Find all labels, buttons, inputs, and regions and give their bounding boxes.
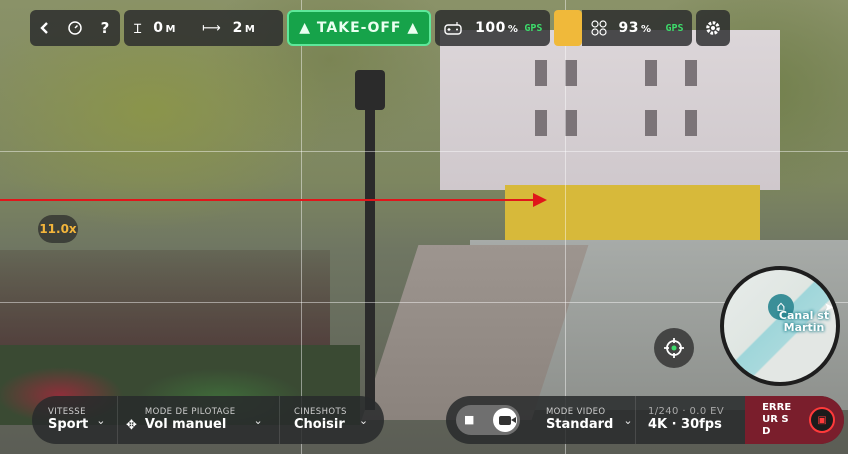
video-mode-label: MODE VIDEO — [545, 407, 606, 417]
chevron-down-icon: ⌄ — [253, 413, 263, 427]
cineshots-label: CINESHOTS — [294, 407, 347, 417]
timer-button[interactable] — [60, 20, 90, 36]
distance-icon: ⟼ — [201, 20, 221, 36]
speed-label: VITESSE — [48, 407, 86, 417]
video-mode-selector[interactable]: MODE VIDEO Standard ⌄ — [520, 396, 636, 444]
move-icon: ✥ — [126, 417, 137, 433]
drone-battery-value: 93 — [618, 20, 639, 36]
grid-line-horizontal — [0, 151, 848, 152]
clock-icon — [68, 21, 82, 35]
help-button[interactable]: ? — [90, 19, 120, 37]
grid-line-vertical — [301, 0, 302, 454]
flight-settings-bar: VITESSE Sport ⌄ ✥ MODE DE PILOTAGE Vol m… — [32, 396, 384, 444]
chevron-down-icon: ⌄ — [358, 413, 369, 427]
chevron-down-icon: ⌄ — [623, 413, 633, 427]
distance-unit: M — [244, 24, 256, 35]
crosshair-icon — [664, 338, 684, 358]
cineshots-value: Choisir — [294, 417, 345, 432]
piloting-mode-selector[interactable]: ✥ MODE DE PILOTAGE Vol manuel ⌄ — [118, 396, 280, 444]
altitude-value: 0 — [153, 20, 164, 36]
camera-feed — [0, 0, 848, 454]
back-button[interactable] — [30, 21, 60, 35]
background-building — [440, 30, 780, 190]
exposure-label: 1/240 · 0.0 EV — [647, 406, 725, 417]
top-bar: ? Ɪ 0M ⟼ 2M ▲ TAKE-OFF ▲ 100% GPS 93% GP… — [30, 10, 730, 46]
controller-battery-unit: % — [507, 24, 519, 35]
telemetry-segment: Ɪ 0M ⟼ 2M — [124, 10, 284, 46]
piloting-value: Vol manuel — [144, 417, 227, 432]
nav-segment: ? — [30, 10, 120, 46]
chevron-left-icon — [40, 22, 48, 34]
piloting-label: MODE DE PILOTAGE — [144, 407, 236, 417]
target-button[interactable] — [654, 328, 694, 368]
sd-error-badge[interactable]: ERREUR SD — [745, 396, 810, 444]
speed-selector[interactable]: VITESSE Sport ⌄ — [32, 396, 118, 444]
takeoff-button[interactable]: ▲ TAKE-OFF ▲ — [287, 10, 432, 46]
street-lamp-pole — [365, 80, 375, 410]
zoom-badge[interactable]: 11.0x — [38, 215, 78, 243]
drone-icon — [591, 20, 608, 36]
sd-card-icon: ▣ — [817, 414, 827, 426]
video-mode-value: Standard — [545, 417, 614, 432]
zoom-value: 11.0x — [39, 222, 77, 236]
warning-indicator — [554, 10, 583, 46]
gear-icon — [705, 21, 720, 35]
annotation-arrow-line — [0, 199, 536, 201]
altitude-icon: Ɪ — [134, 22, 142, 37]
drone-position-icon: ➤ — [824, 300, 835, 314]
video-mode-knob — [492, 408, 517, 432]
grid-line-vertical — [565, 0, 566, 454]
camera-settings-bar: ■ MODE VIDEO Standard ⌄ 1/240 · 0.0 EV 4… — [446, 396, 844, 444]
help-label: ? — [100, 19, 110, 37]
mini-map[interactable]: ⌂ Canal st Martin ➤ — [720, 266, 840, 386]
chevron-down-icon: ⌄ — [96, 413, 106, 427]
sd-error-text: ERREUR SD — [762, 402, 792, 437]
speed-value: Sport — [48, 417, 89, 432]
cineshots-selector[interactable]: CINESHOTS Choisir ⌄ — [280, 396, 376, 444]
distance-value: 2 — [232, 20, 243, 36]
resolution-value: 4K · 30fps — [647, 417, 722, 432]
record-button[interactable]: ▣ — [809, 407, 836, 433]
controller-gps: GPS — [524, 22, 543, 34]
altitude-readout: 0M — [153, 20, 176, 36]
controller-battery: 100% — [475, 20, 518, 36]
exposure-settings[interactable]: 1/240 · 0.0 EV 4K · 30fps — [636, 396, 745, 444]
drone-battery: 93% — [618, 20, 651, 36]
photo-video-toggle[interactable]: ■ — [456, 405, 520, 435]
camera-icon: ■ — [464, 413, 475, 426]
drone-status[interactable]: 93% GPS — [582, 10, 692, 46]
drone-gps: GPS — [665, 22, 684, 34]
settings-button[interactable] — [695, 10, 730, 46]
takeoff-label: ▲ TAKE-OFF ▲ — [299, 20, 420, 36]
altitude-unit: M — [165, 24, 176, 35]
controller-icon — [444, 22, 462, 35]
video-icon — [498, 415, 516, 425]
controller-status[interactable]: 100% GPS — [435, 10, 551, 46]
controller-battery-value: 100 — [475, 20, 506, 36]
distance-readout: 2M — [233, 20, 256, 36]
annotation-arrow-head — [533, 193, 547, 207]
grid-line-horizontal — [0, 302, 848, 303]
drone-battery-unit: % — [640, 24, 652, 35]
